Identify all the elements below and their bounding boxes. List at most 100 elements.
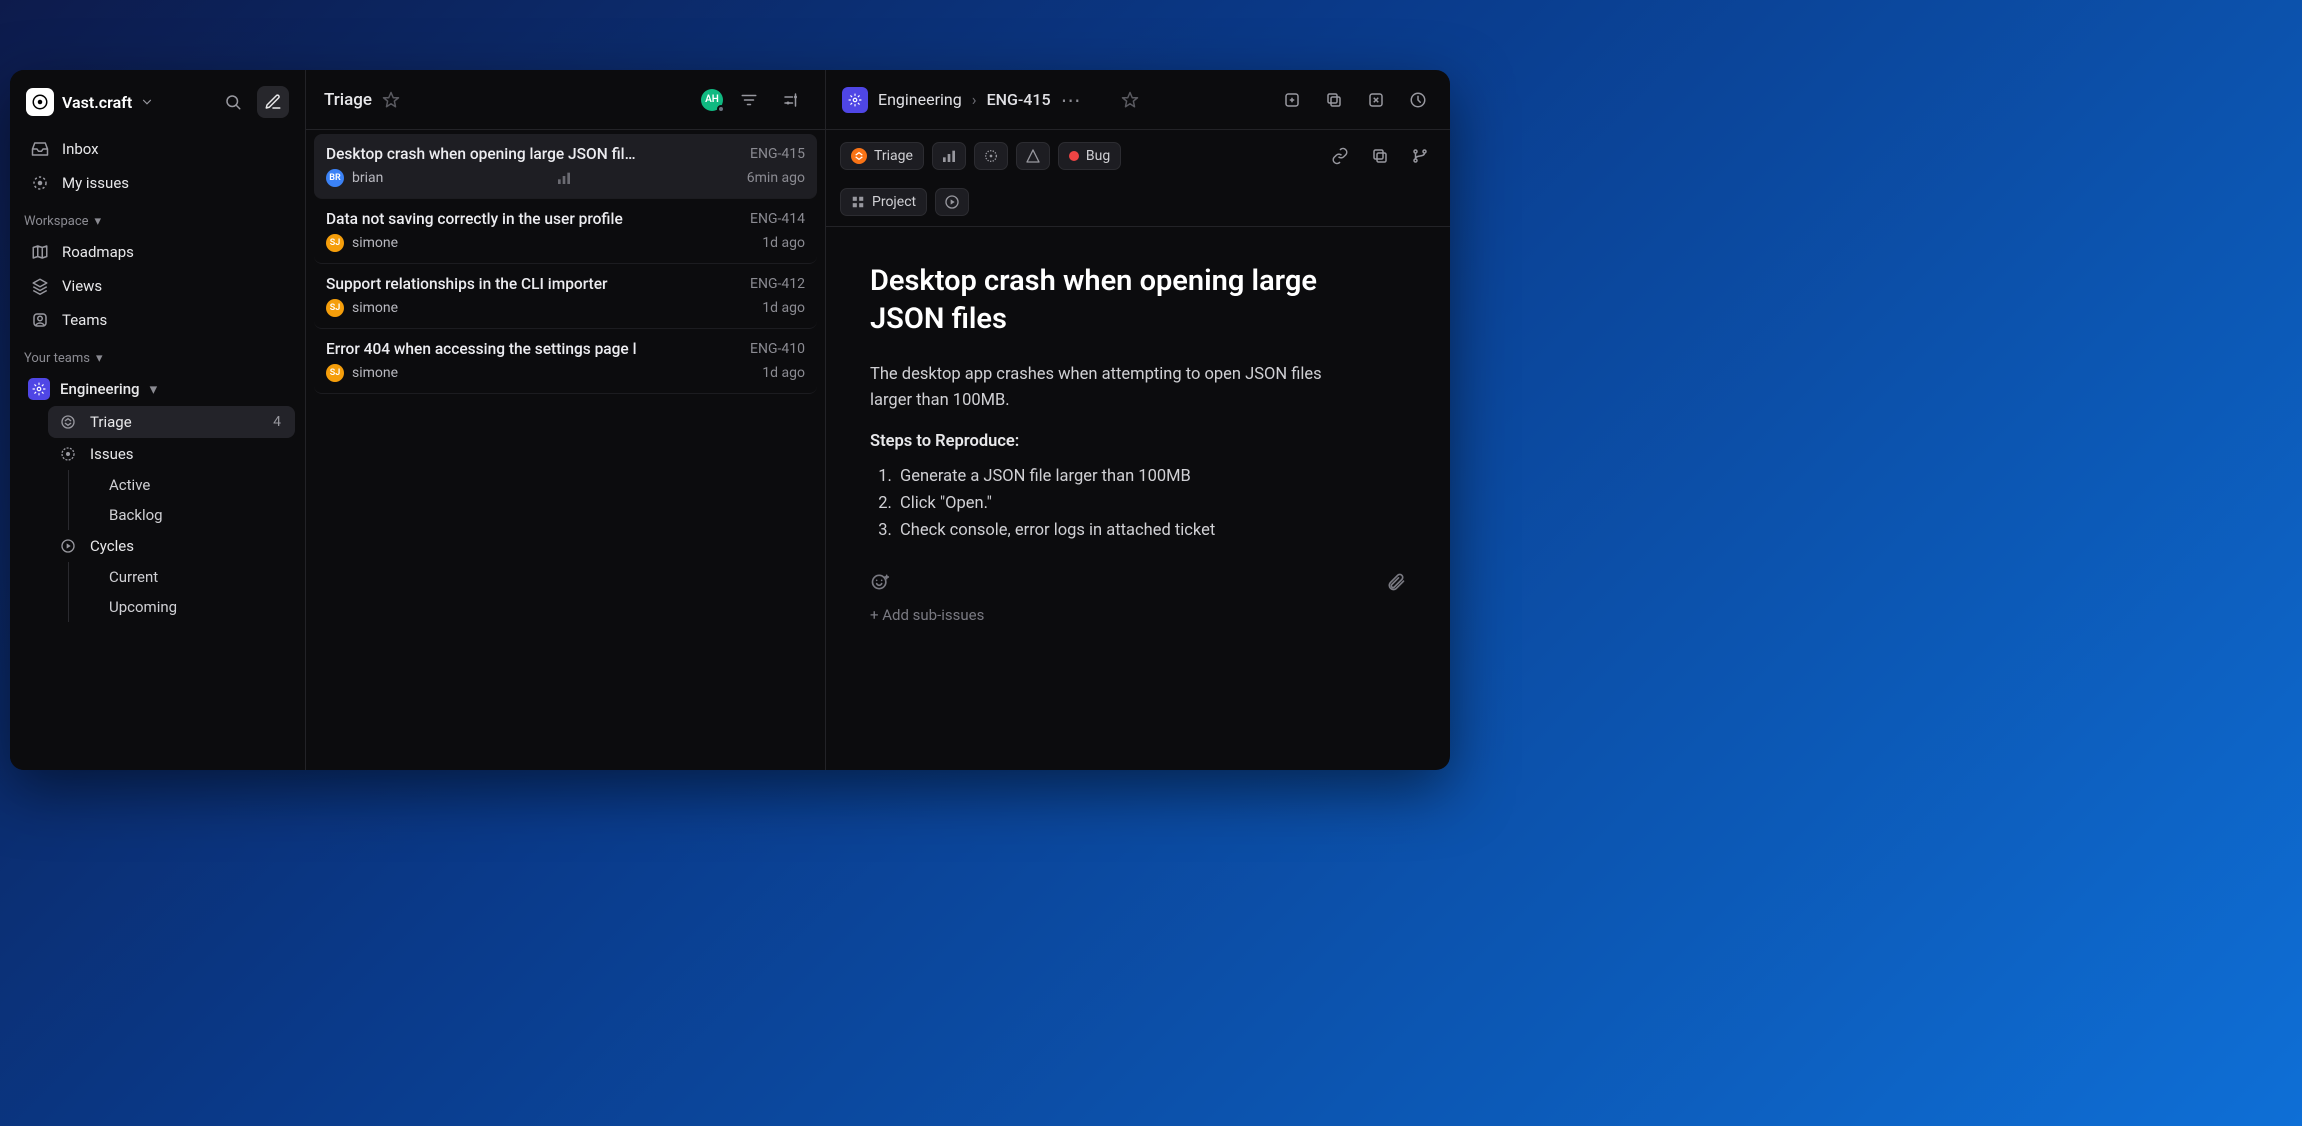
caret-down-icon: ▾ xyxy=(95,214,102,229)
step-item: Generate a JSON file larger than 100MB xyxy=(896,463,1406,490)
status-pill[interactable]: Triage xyxy=(840,142,924,170)
breadcrumb-separator: › xyxy=(972,90,977,109)
triage-icon xyxy=(58,412,78,432)
issue-row[interactable]: Data not saving correctly in the user pr… xyxy=(314,199,817,264)
issue-time: 1d ago xyxy=(762,235,805,251)
caret-down-icon: ▾ xyxy=(96,351,103,366)
branch-button[interactable] xyxy=(1404,140,1436,172)
gear-icon xyxy=(28,378,50,400)
detail-header: Engineering › ENG-415 ⋯ xyxy=(826,70,1450,130)
duplicate-button[interactable] xyxy=(1364,140,1396,172)
estimate-pill[interactable] xyxy=(1016,142,1050,170)
map-icon xyxy=(30,242,50,262)
workspace-switcher[interactable]: Vast.craft xyxy=(20,82,295,132)
sidebar-item-roadmaps[interactable]: Roadmaps xyxy=(20,235,295,269)
issue-title: Support relationships in the CLI importe… xyxy=(326,275,740,293)
section-your-teams[interactable]: Your teams ▾ xyxy=(20,337,295,372)
priority-pill[interactable] xyxy=(932,142,966,170)
inbox-icon xyxy=(30,139,50,159)
cycle-icon xyxy=(58,536,78,556)
breadcrumb-team[interactable]: Engineering xyxy=(878,90,962,109)
breadcrumb-id[interactable]: ENG-415 xyxy=(987,90,1051,109)
sidebar: Vast.craft Inbox My issues Workspace ▾ xyxy=(10,70,306,770)
steps-heading: Steps to Reproduce: xyxy=(870,432,1406,451)
issue-id: ENG-410 xyxy=(750,341,805,357)
issue-title[interactable]: Desktop crash when opening large JSON fi… xyxy=(870,263,1330,338)
sidebar-item-label: Teams xyxy=(62,311,107,329)
label-pill-bug[interactable]: Bug xyxy=(1058,142,1121,170)
list-title: Triage xyxy=(324,90,372,110)
sidebar-item-my-issues[interactable]: My issues xyxy=(20,166,295,200)
workspace-name: Vast.craft xyxy=(62,93,132,112)
layers-icon xyxy=(30,276,50,296)
target-icon xyxy=(30,173,50,193)
filter-button[interactable] xyxy=(733,84,765,116)
search-button[interactable] xyxy=(217,86,249,118)
issue-list-pane: Triage AH Desktop crash when opening lar… xyxy=(306,70,826,770)
add-reaction-button[interactable] xyxy=(870,572,890,592)
issue-user: simone xyxy=(352,300,398,316)
sidebar-item-upcoming[interactable]: Upcoming xyxy=(99,592,295,622)
detail-body: Desktop crash when opening large JSON fi… xyxy=(826,227,1450,770)
issue-time: 1d ago xyxy=(762,365,805,381)
sidebar-item-label: My issues xyxy=(62,174,129,192)
priority-icon xyxy=(556,170,572,186)
attach-button[interactable] xyxy=(1386,572,1406,592)
user-avatar: SJ xyxy=(326,364,344,382)
label-color-dot xyxy=(1069,151,1079,161)
sidebar-item-label: Triage xyxy=(90,413,132,431)
sidebar-item-inbox[interactable]: Inbox xyxy=(20,132,295,166)
new-issue-button[interactable] xyxy=(257,86,289,118)
sidebar-item-backlog[interactable]: Backlog xyxy=(99,500,295,530)
team-row-engineering[interactable]: Engineering ▾ xyxy=(20,372,295,406)
issue-user: simone xyxy=(352,365,398,381)
issue-title: Data not saving correctly in the user pr… xyxy=(326,210,740,228)
sidebar-item-label: Inbox xyxy=(62,140,99,158)
sidebar-item-label: Views xyxy=(62,277,102,295)
workspace-logo xyxy=(26,88,54,116)
team-icon xyxy=(842,87,868,113)
sidebar-item-teams[interactable]: Teams xyxy=(20,303,295,337)
favorite-button[interactable] xyxy=(382,91,400,109)
open-panel-button[interactable] xyxy=(1276,84,1308,116)
issue-row[interactable]: Support relationships in the CLI importe… xyxy=(314,264,817,329)
link-button[interactable] xyxy=(1324,140,1356,172)
sidebar-item-triage[interactable]: Triage 4 xyxy=(48,406,295,438)
sidebar-item-views[interactable]: Views xyxy=(20,269,295,303)
team-name: Engineering xyxy=(60,380,140,398)
issue-id: ENG-412 xyxy=(750,276,805,292)
assignee-avatar[interactable]: AH xyxy=(701,89,723,111)
add-sub-issues-button[interactable]: + Add sub-issues xyxy=(870,606,1406,624)
caret-down-icon: ▾ xyxy=(150,380,158,398)
user-avatar: BR xyxy=(326,169,344,187)
issue-title: Desktop crash when opening large JSON fi… xyxy=(326,145,740,163)
sidebar-item-label: Issues xyxy=(90,445,134,463)
cycle-pill[interactable] xyxy=(935,188,969,216)
issue-row[interactable]: Error 404 when accessing the settings pa… xyxy=(314,329,817,394)
status-dot xyxy=(717,105,725,113)
more-button[interactable]: ⋯ xyxy=(1061,88,1083,112)
sidebar-item-issues[interactable]: Issues xyxy=(48,438,295,470)
issue-title: Error 404 when accessing the settings pa… xyxy=(326,340,740,358)
favorite-button[interactable] xyxy=(1121,91,1139,109)
issue-description[interactable]: The desktop app crashes when attempting … xyxy=(870,362,1350,413)
sidebar-item-cycles[interactable]: Cycles xyxy=(48,530,295,562)
section-workspace[interactable]: Workspace ▾ xyxy=(20,200,295,235)
issue-id: ENG-415 xyxy=(750,146,805,162)
users-icon xyxy=(30,310,50,330)
issue-time: 6min ago xyxy=(747,170,805,186)
app-window: Vast.craft Inbox My issues Workspace ▾ xyxy=(10,70,1450,770)
detail-toolbar: Triage Bug Project xyxy=(826,130,1450,227)
sidebar-item-active[interactable]: Active xyxy=(99,470,295,500)
sidebar-item-current[interactable]: Current xyxy=(99,562,295,592)
close-panel-button[interactable] xyxy=(1360,84,1392,116)
assignee-pill[interactable] xyxy=(974,142,1008,170)
triage-icon xyxy=(851,148,867,164)
copy-button[interactable] xyxy=(1318,84,1350,116)
history-button[interactable] xyxy=(1402,84,1434,116)
issue-row[interactable]: Desktop crash when opening large JSON fi… xyxy=(314,134,817,199)
display-options-button[interactable] xyxy=(775,84,807,116)
issue-detail-pane: Engineering › ENG-415 ⋯ Triage xyxy=(826,70,1450,770)
issues-icon xyxy=(58,444,78,464)
project-pill[interactable]: Project xyxy=(840,188,927,216)
